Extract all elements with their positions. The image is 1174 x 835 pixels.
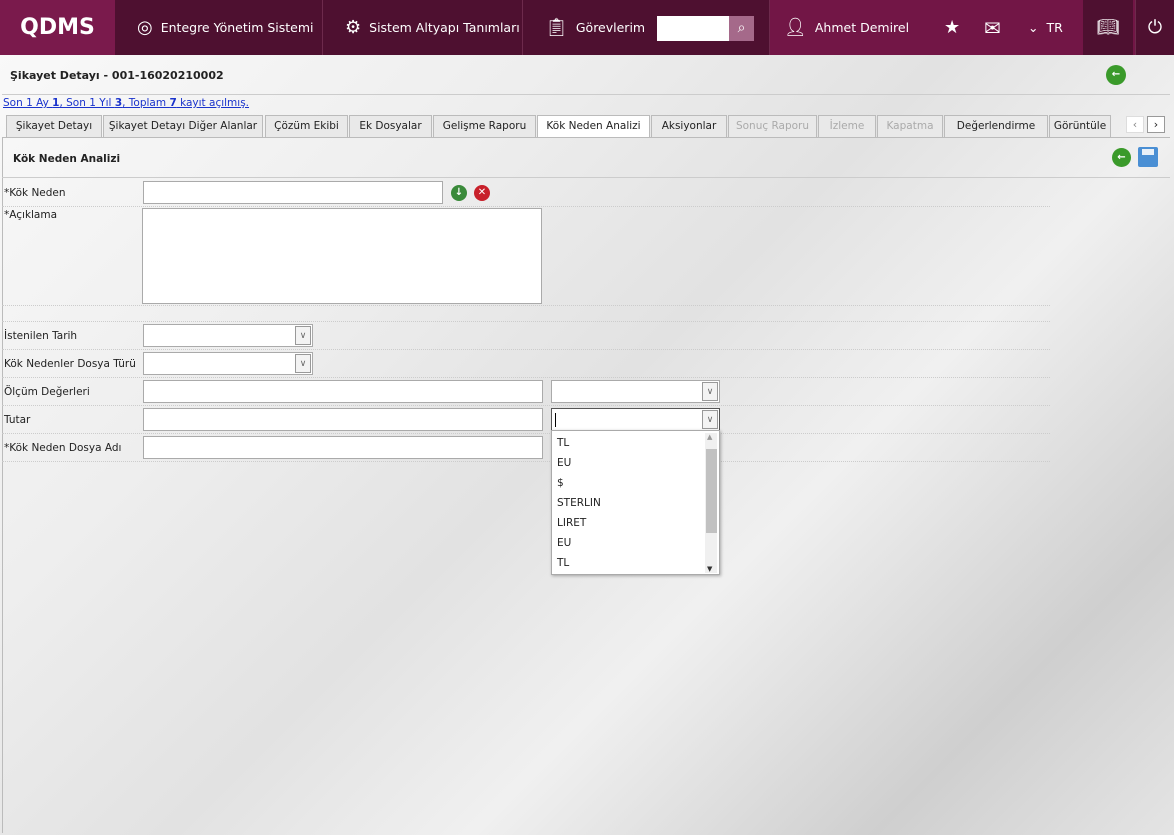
nav-sistem-altyapi[interactable]: ⚙ Sistem Altyapı Tanımları — [323, 0, 523, 55]
dosya-adi-input[interactable] — [143, 436, 543, 459]
olcum-input[interactable] — [143, 380, 543, 403]
option-liret[interactable]: LIRET — [557, 517, 586, 529]
tutar-input[interactable] — [143, 408, 543, 431]
olcum-unit-select[interactable]: ∨ — [551, 380, 720, 403]
aciklama-textarea[interactable] — [142, 208, 542, 304]
tab-diger-alanlar[interactable]: Şikayet Detayı Diğer Alanlar — [103, 115, 263, 138]
option-tl[interactable]: TL — [557, 557, 569, 569]
tab-izleme: İzleme — [818, 115, 876, 138]
tab-sonuc-raporu: Sonuç Raporu — [728, 115, 817, 138]
user-menu[interactable]: 👤︎ Ahmet Demirel — [784, 0, 909, 55]
dropdown-scrollbar[interactable]: ▲ ▼ — [705, 433, 717, 573]
back-icon[interactable]: ← — [1106, 65, 1126, 85]
option-eu[interactable]: EU — [557, 457, 571, 469]
tab-kok-neden-analizi[interactable]: Kök Neden Analizi — [537, 115, 650, 138]
chevron-down-icon: ∨ — [295, 326, 311, 345]
nav-entegre-yonetim[interactable]: ◎ Entegre Yönetim Sistemi — [115, 0, 323, 55]
currency-select[interactable]: ∨ — [551, 408, 720, 431]
chevron-down-icon: ∨ — [702, 410, 718, 429]
option-tl[interactable]: TL — [557, 437, 569, 449]
tab-aksiyonlar[interactable]: Aksiyonlar — [651, 115, 727, 138]
kok-neden-label: *Kök Neden — [4, 187, 66, 199]
chevron-down-icon: ⌄ — [1028, 20, 1039, 35]
tutar-label: Tutar — [4, 414, 31, 426]
top-header: QDMS ◎ Entegre Yönetim Sistemi ⚙ Sistem Al… — [0, 0, 1174, 55]
olcum-label: Ölçüm Değerleri — [4, 386, 90, 398]
aciklama-label: *Açıklama — [4, 209, 58, 221]
qdms-logo[interactable]: QDMS — [0, 0, 115, 55]
gear-icon: ⚙ — [345, 17, 362, 38]
istenilen-tarih-select[interactable]: ∨ — [143, 324, 313, 347]
clipboard-icon: 📋︎ — [545, 17, 568, 38]
tabs-scroll-left[interactable]: ‹ — [1126, 116, 1144, 133]
record-stats-link[interactable]: Son 1 Ay 1, Son 1 Yıl 3, Toplam 7 kayıt … — [3, 97, 249, 109]
currency-dropdown-list: TL EU $ STERLIN LIRET EU TL ▲ ▼ — [551, 430, 720, 575]
tab-cozum-ekibi[interactable]: Çözüm Ekibi — [265, 115, 348, 138]
search-icon[interactable]: ⌕ — [729, 16, 754, 41]
section-title: Kök Neden Analizi — [13, 153, 121, 165]
dosya-turu-select[interactable]: ∨ — [143, 352, 313, 375]
save-icon[interactable] — [1138, 147, 1158, 167]
scrollbar-thumb[interactable] — [706, 449, 717, 533]
istenilen-tarih-label: İstenilen Tarih — [4, 330, 78, 342]
chevron-down-icon: ∨ — [702, 382, 718, 401]
page-title: Şikayet Detayı - 001-16020210002 — [10, 69, 224, 82]
tab-ek-dosyalar[interactable]: Ek Dosyalar — [349, 115, 432, 138]
tab-sikayet-detayi[interactable]: Şikayet Detayı — [6, 115, 102, 138]
chevron-down-icon: ∨ — [295, 354, 311, 373]
user-icon: 👤︎ — [784, 17, 807, 38]
power-icon[interactable]: ⏻ — [1135, 0, 1174, 55]
dosya-turu-label: Kök Nedenler Dosya Türü — [4, 358, 136, 370]
qdms-icon: ◎ — [137, 17, 153, 38]
option-eu[interactable]: EU — [557, 537, 571, 549]
tabs-scroll-right[interactable]: › — [1147, 116, 1165, 133]
clear-icon[interactable]: ✕ — [474, 185, 490, 201]
tab-kapatma: Kapatma — [877, 115, 943, 138]
manual-icon[interactable]: 📖︎ — [1083, 0, 1133, 55]
option-sterlin[interactable]: STERLIN — [557, 497, 601, 509]
search-input[interactable] — [657, 16, 729, 41]
tab-degerlendirme[interactable]: Değerlendirme — [944, 115, 1048, 138]
tab-goruntule[interactable]: Görüntüle — [1049, 115, 1111, 138]
select-download-icon[interactable]: ↓ — [451, 185, 467, 201]
star-icon[interactable]: ★ — [944, 0, 960, 55]
kok-neden-input[interactable] — [143, 181, 443, 204]
dosya-adi-label: *Kök Neden Dosya Adı — [4, 442, 122, 454]
tab-gelisme-raporu[interactable]: Gelişme Raporu — [433, 115, 536, 138]
mail-icon[interactable]: ✉ — [984, 0, 1001, 55]
language-select[interactable]: ⌄ TR — [1028, 0, 1063, 55]
option-dollar[interactable]: $ — [557, 477, 564, 489]
back-icon[interactable]: ← — [1112, 148, 1131, 167]
